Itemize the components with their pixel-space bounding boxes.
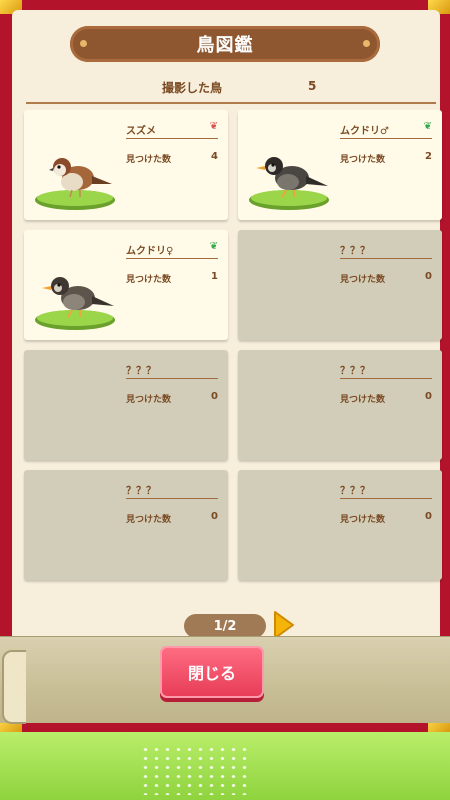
sparrow-image xyxy=(35,158,115,210)
found-count: 4 xyxy=(211,151,218,162)
found-count-label: 見つけた数 xyxy=(340,395,386,405)
bird-card-locked[interactable]: ？？？ 見つけた数 0 xyxy=(238,350,442,460)
found-count: 1 xyxy=(211,271,218,282)
found-count: 0 xyxy=(425,511,432,522)
bird-name: ？？？ xyxy=(126,362,218,379)
pin-icon xyxy=(80,40,87,47)
found-count: 0 xyxy=(211,511,218,522)
bird-card-locked[interactable]: ？？？ 見つけた数 0 xyxy=(24,350,228,460)
leaf-icon: ❦ xyxy=(423,121,432,132)
bird-card-locked[interactable]: ？？？ 見つけた数 0 xyxy=(238,230,442,340)
encyclopedia-page: 鳥図鑑 撮影した鳥 5 スズメ ❦ 見つけた数 4 ムクドリ♂ ❦ 見つけた数 … xyxy=(12,10,442,722)
bird-name: ムクドリ♀ ❦ xyxy=(126,241,218,259)
found-count-label: 見つけた数 xyxy=(340,155,386,165)
close-button[interactable]: 閉じる xyxy=(160,646,264,698)
bird-name: スズメ ❦ xyxy=(126,121,218,139)
summary-label: 撮影した鳥 xyxy=(162,81,223,95)
bird-card[interactable]: ムクドリ♀ ❦ 見つけた数 1 xyxy=(24,230,228,340)
page-title: 鳥図鑑 xyxy=(196,35,254,56)
starling-female-image xyxy=(35,277,115,330)
found-count: 2 xyxy=(425,151,432,162)
found-count: 0 xyxy=(425,391,432,402)
found-count-label: 見つけた数 xyxy=(340,275,386,285)
bird-card-locked[interactable]: ？？？ 見つけた数 0 xyxy=(24,470,228,580)
found-count-label: 見つけた数 xyxy=(340,515,386,525)
summary-count: 5 xyxy=(308,79,317,93)
found-count: 0 xyxy=(425,271,432,282)
pin-icon xyxy=(363,40,370,47)
bird-name: ？？？ xyxy=(340,362,432,379)
page-indicator: 1/2 xyxy=(184,614,266,638)
grass-flowers xyxy=(140,745,250,795)
scroll-roll-end xyxy=(2,650,26,724)
leaf-icon: ❦ xyxy=(209,241,218,252)
bird-name: ？？？ xyxy=(340,482,432,499)
bird-name: ？？？ xyxy=(126,482,218,499)
found-count-label: 見つけた数 xyxy=(126,275,172,285)
bird-name-text: ムクドリ♂ xyxy=(340,126,389,137)
leaf-icon: ❦ xyxy=(209,121,218,132)
bird-name: ？？？ xyxy=(340,242,432,259)
title-plate: 鳥図鑑 xyxy=(70,26,380,62)
starling-male-image xyxy=(249,157,329,210)
bird-name-text: ムクドリ♀ xyxy=(126,246,174,257)
found-count-label: 見つけた数 xyxy=(126,395,172,405)
bird-name-text: スズメ xyxy=(126,126,156,137)
bird-card[interactable]: スズメ ❦ 見つけた数 4 xyxy=(24,110,228,220)
bird-name: ムクドリ♂ ❦ xyxy=(340,121,432,139)
photo-summary: 撮影した鳥 5 xyxy=(26,74,436,104)
bird-card-locked[interactable]: ？？？ 見つけた数 0 xyxy=(238,470,442,580)
found-count-label: 見つけた数 xyxy=(126,515,172,525)
found-count: 0 xyxy=(211,391,218,402)
bird-card[interactable]: ムクドリ♂ ❦ 見つけた数 2 xyxy=(238,110,442,220)
found-count-label: 見つけた数 xyxy=(126,155,172,165)
